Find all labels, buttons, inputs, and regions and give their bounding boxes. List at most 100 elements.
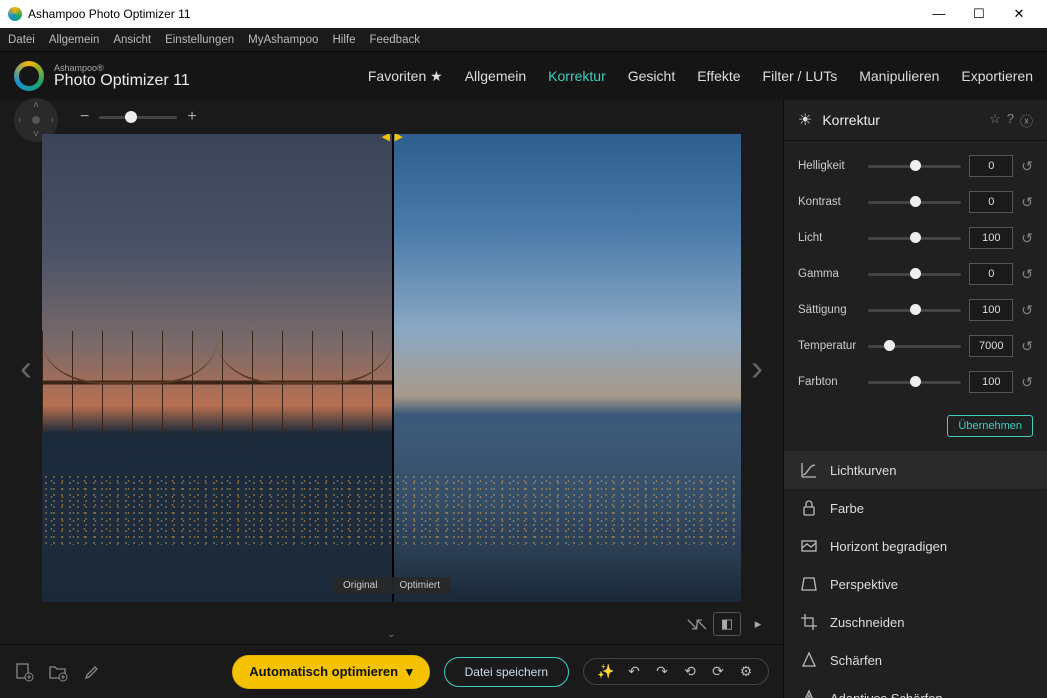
slider-value-temperatur[interactable]: 7000 — [969, 335, 1013, 357]
menu-feedback[interactable]: Feedback — [369, 34, 420, 46]
chevron-down-icon: ▾ — [406, 664, 413, 680]
slider-label-licht: Licht — [798, 232, 860, 244]
redo-icon[interactable]: ↷ — [650, 663, 674, 680]
save-file-button[interactable]: Datei speichern — [444, 657, 569, 687]
brightness-icon: ☀ — [798, 110, 812, 130]
slider-licht[interactable] — [868, 237, 961, 240]
tool-crop[interactable]: Zuschneiden — [784, 603, 1047, 641]
gear-icon[interactable]: ⚙ — [734, 663, 758, 680]
tab-allgemein[interactable]: Allgemein — [465, 68, 526, 85]
add-file-icon[interactable] — [14, 662, 34, 682]
tool-adaptive-sharpen[interactable]: Adaptives Schärfen — [784, 679, 1047, 698]
main-tabs: Favoriten ★ Allgemein Korrektur Gesicht … — [368, 68, 1033, 85]
reset-helligkeit-icon[interactable]: ↺ — [1021, 158, 1033, 175]
image-preview[interactable]: Original Optimiert — [42, 134, 741, 602]
panel-title: Korrektur — [822, 112, 979, 128]
brand-big: Photo Optimizer 11 — [54, 73, 190, 89]
slider-value-saettigung[interactable]: 100 — [969, 299, 1013, 321]
reset-farbton-icon[interactable]: ↺ — [1021, 374, 1033, 391]
perspective-icon — [800, 575, 818, 593]
slider-value-helligkeit[interactable]: 0 — [969, 155, 1013, 177]
reset-kontrast-icon[interactable]: ↺ — [1021, 194, 1033, 211]
slider-label-kontrast: Kontrast — [798, 196, 860, 208]
save-file-label: Datei speichern — [465, 665, 548, 679]
magic-wand-icon[interactable]: ✨ — [594, 663, 618, 680]
adaptive-sharpen-icon — [800, 689, 818, 698]
auto-optimize-button[interactable]: Automatisch optimieren ▾ — [232, 655, 429, 689]
menu-ansicht[interactable]: Ansicht — [113, 34, 151, 46]
slider-value-licht[interactable]: 100 — [969, 227, 1013, 249]
tool-sharpen[interactable]: Schärfen — [784, 641, 1047, 679]
menu-hilfe[interactable]: Hilfe — [332, 34, 355, 46]
tab-favoriten[interactable]: Favoriten ★ — [368, 68, 443, 85]
close-button[interactable]: ✕ — [999, 6, 1039, 22]
reset-temperatur-icon[interactable]: ↺ — [1021, 338, 1033, 355]
slider-temperatur[interactable] — [868, 345, 961, 348]
slider-value-farbton[interactable]: 100 — [969, 371, 1013, 393]
rotate-left-icon[interactable]: ⟲ — [678, 663, 702, 680]
apply-button[interactable]: Übernehmen — [947, 415, 1033, 437]
minimize-button[interactable]: ― — [919, 6, 959, 22]
zoom-out-button[interactable]: − — [80, 108, 89, 126]
thumbnail-strip-toggle[interactable]: ⌄ — [387, 629, 395, 640]
compare-view-toggle[interactable]: ◧ — [713, 612, 741, 636]
undo-icon[interactable]: ↶ — [622, 663, 646, 680]
bottombar: Automatisch optimieren ▾ Datei speichern… — [0, 644, 783, 698]
slider-label-gamma: Gamma — [798, 268, 860, 280]
slider-gamma[interactable] — [868, 273, 961, 276]
reset-licht-icon[interactable]: ↺ — [1021, 230, 1033, 247]
brand-logo-icon — [14, 61, 44, 91]
menu-einstellungen[interactable]: Einstellungen — [165, 34, 234, 46]
zoom-in-button[interactable]: + — [187, 108, 196, 126]
zoom-slider[interactable] — [99, 116, 177, 119]
quick-tools: ✨ ↶ ↷ ⟲ ⟳ ⚙ — [583, 658, 769, 685]
slider-helligkeit[interactable] — [868, 165, 961, 168]
favorite-icon[interactable]: ☆ — [989, 111, 1001, 130]
add-folder-icon[interactable] — [48, 662, 68, 682]
header: Ashampoo® Photo Optimizer 11 Favoriten ★… — [0, 52, 1047, 100]
tab-gesicht[interactable]: Gesicht — [628, 68, 675, 85]
close-panel-icon[interactable]: ⓧ — [1020, 111, 1033, 130]
app-icon — [8, 7, 22, 21]
tab-filter-luts[interactable]: Filter / LUTs — [763, 68, 838, 85]
sharpen-icon — [800, 651, 818, 669]
tool-horizon[interactable]: Horizont begradigen — [784, 527, 1047, 565]
tool-label: Farbe — [830, 501, 864, 516]
tool-label: Schärfen — [830, 653, 882, 668]
titlebar: Ashampoo Photo Optimizer 11 ― ☐ ✕ — [0, 0, 1047, 28]
slider-value-kontrast[interactable]: 0 — [969, 191, 1013, 213]
tab-effekte[interactable]: Effekte — [697, 68, 740, 85]
tool-perspective[interactable]: Perspektive — [784, 565, 1047, 603]
brush-icon[interactable] — [82, 662, 102, 682]
menu-myashampoo[interactable]: MyAshampoo — [248, 34, 318, 46]
maximize-button[interactable]: ☐ — [959, 6, 999, 22]
tool-curves[interactable]: Lichtkurven — [784, 451, 1047, 489]
tool-lock[interactable]: Farbe — [784, 489, 1047, 527]
window-title: Ashampoo Photo Optimizer 11 — [28, 7, 191, 21]
tool-label: Perspektive — [830, 577, 898, 592]
curves-icon — [800, 461, 818, 479]
fit-screen-icon[interactable]: ↘↖ — [685, 617, 703, 631]
slider-value-gamma[interactable]: 0 — [969, 263, 1013, 285]
slider-label-helligkeit: Helligkeit — [798, 160, 860, 172]
tab-korrektur[interactable]: Korrektur — [548, 68, 606, 85]
view-options-button[interactable]: ▸ — [751, 612, 765, 636]
slider-kontrast[interactable] — [868, 201, 961, 204]
slider-saettigung[interactable] — [868, 309, 961, 312]
horizon-icon — [800, 537, 818, 555]
menubar: Datei Allgemein Ansicht Einstellungen My… — [0, 28, 1047, 52]
reset-gamma-icon[interactable]: ↺ — [1021, 266, 1033, 283]
next-image-button[interactable]: › — [745, 347, 769, 389]
help-icon[interactable]: ? — [1007, 111, 1014, 130]
slider-farbton[interactable] — [868, 381, 961, 384]
reset-saettigung-icon[interactable]: ↺ — [1021, 302, 1033, 319]
lock-icon — [800, 499, 818, 517]
rotate-right-icon[interactable]: ⟳ — [706, 663, 730, 680]
compare-divider[interactable] — [392, 134, 394, 602]
tab-exportieren[interactable]: Exportieren — [961, 68, 1033, 85]
menu-datei[interactable]: Datei — [8, 34, 35, 46]
tab-manipulieren[interactable]: Manipulieren — [859, 68, 939, 85]
auto-optimize-label: Automatisch optimieren — [249, 664, 398, 679]
menu-allgemein[interactable]: Allgemein — [49, 34, 100, 46]
prev-image-button[interactable]: ‹ — [14, 347, 38, 389]
